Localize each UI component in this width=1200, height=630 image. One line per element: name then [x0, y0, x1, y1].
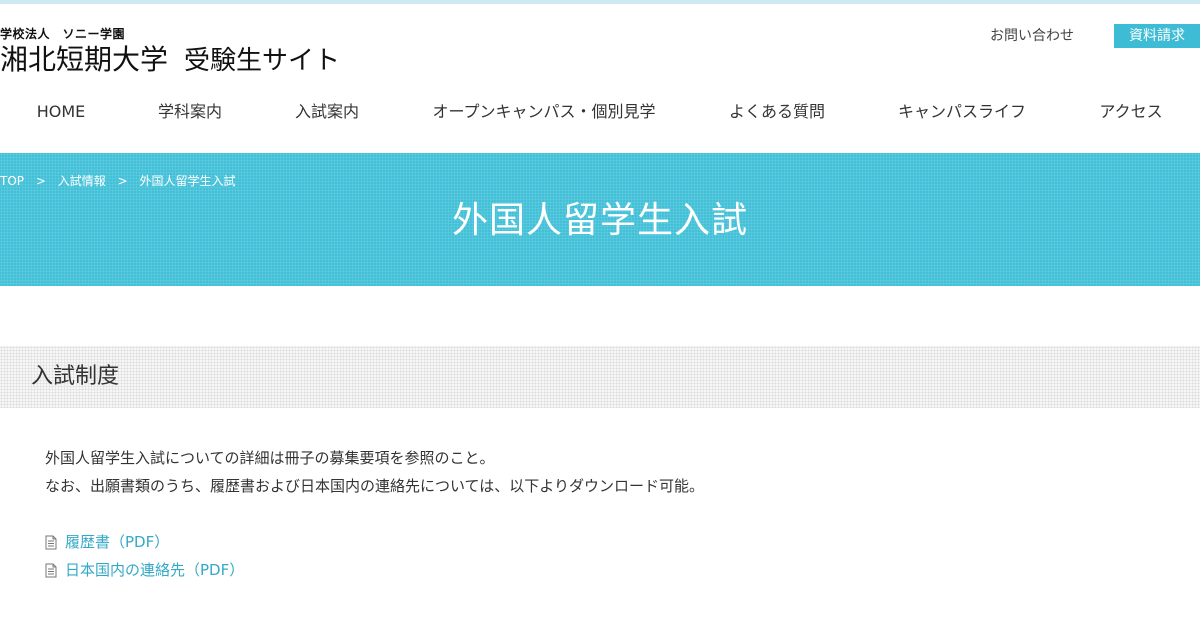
download-label: 履歴書（PDF） [65, 533, 170, 551]
section-header: 入試制度 [0, 346, 1200, 408]
section-body: 外国人留学生入試についての詳細は冊子の募集要項を参照のこと。 なお、出願書類のう… [45, 444, 704, 500]
body-paragraph: 外国人留学生入試についての詳細は冊子の募集要項を参照のこと。 [45, 449, 495, 467]
breadcrumb-admission-info[interactable]: 入試情報 [58, 174, 106, 188]
site-logo[interactable]: 学校法人 ソニー学園 湘北短期大学 受験生サイト [0, 26, 340, 79]
breadcrumb: TOP > 入試情報 > 外国人留学生入試 [0, 173, 241, 189]
download-resume-link[interactable]: 履歴書（PDF） [45, 528, 244, 556]
document-icon [45, 535, 57, 549]
logo-site-name: 受験生サイト [184, 46, 341, 76]
breadcrumb-separator: > [35, 174, 46, 188]
breadcrumb-current: 外国人留学生入試 [139, 174, 236, 188]
nav-item-access[interactable]: アクセス [1099, 100, 1162, 124]
download-label: 日本国内の連絡先（PDF） [65, 561, 245, 579]
top-accent-bar [0, 0, 1200, 4]
global-nav: HOME 学科案内 入試案内 オープンキャンパス・個別見学 よくある質問 キャン… [0, 100, 1200, 124]
section-title: 入試制度 [31, 364, 120, 389]
nav-item-admissions[interactable]: 入試案内 [295, 100, 359, 124]
body-paragraph: なお、出願書類のうち、履歴書および日本国内の連絡先については、以下よりダウンロー… [45, 477, 704, 495]
logo-org-name: 学校法人 ソニー学園 [0, 27, 126, 41]
document-icon [45, 563, 57, 577]
nav-item-departments[interactable]: 学科案内 [158, 100, 222, 124]
download-list: 履歴書（PDF） 日本国内の連絡先（PDF） [45, 528, 244, 584]
breadcrumb-top[interactable]: TOP [0, 174, 24, 188]
page-title: 外国人留学生入試 [451, 200, 748, 241]
breadcrumb-separator: > [117, 174, 128, 188]
request-materials-button[interactable]: 資料請求 [1114, 24, 1200, 48]
download-contact-link[interactable]: 日本国内の連絡先（PDF） [45, 556, 244, 584]
logo-title: 湘北短期大学 受験生サイト [0, 42, 340, 79]
contact-link[interactable]: お問い合わせ [990, 27, 1074, 45]
nav-item-faq[interactable]: よくある質問 [729, 100, 825, 124]
logo-college-name: 湘北短期大学 [0, 43, 169, 76]
nav-item-home[interactable]: HOME [37, 100, 86, 124]
nav-item-campus-life[interactable]: キャンパスライフ [898, 100, 1026, 124]
nav-item-open-campus[interactable]: オープンキャンパス・個別見学 [432, 100, 655, 124]
page-hero: TOP > 入試情報 > 外国人留学生入試 外国人留学生入試 [0, 153, 1200, 286]
